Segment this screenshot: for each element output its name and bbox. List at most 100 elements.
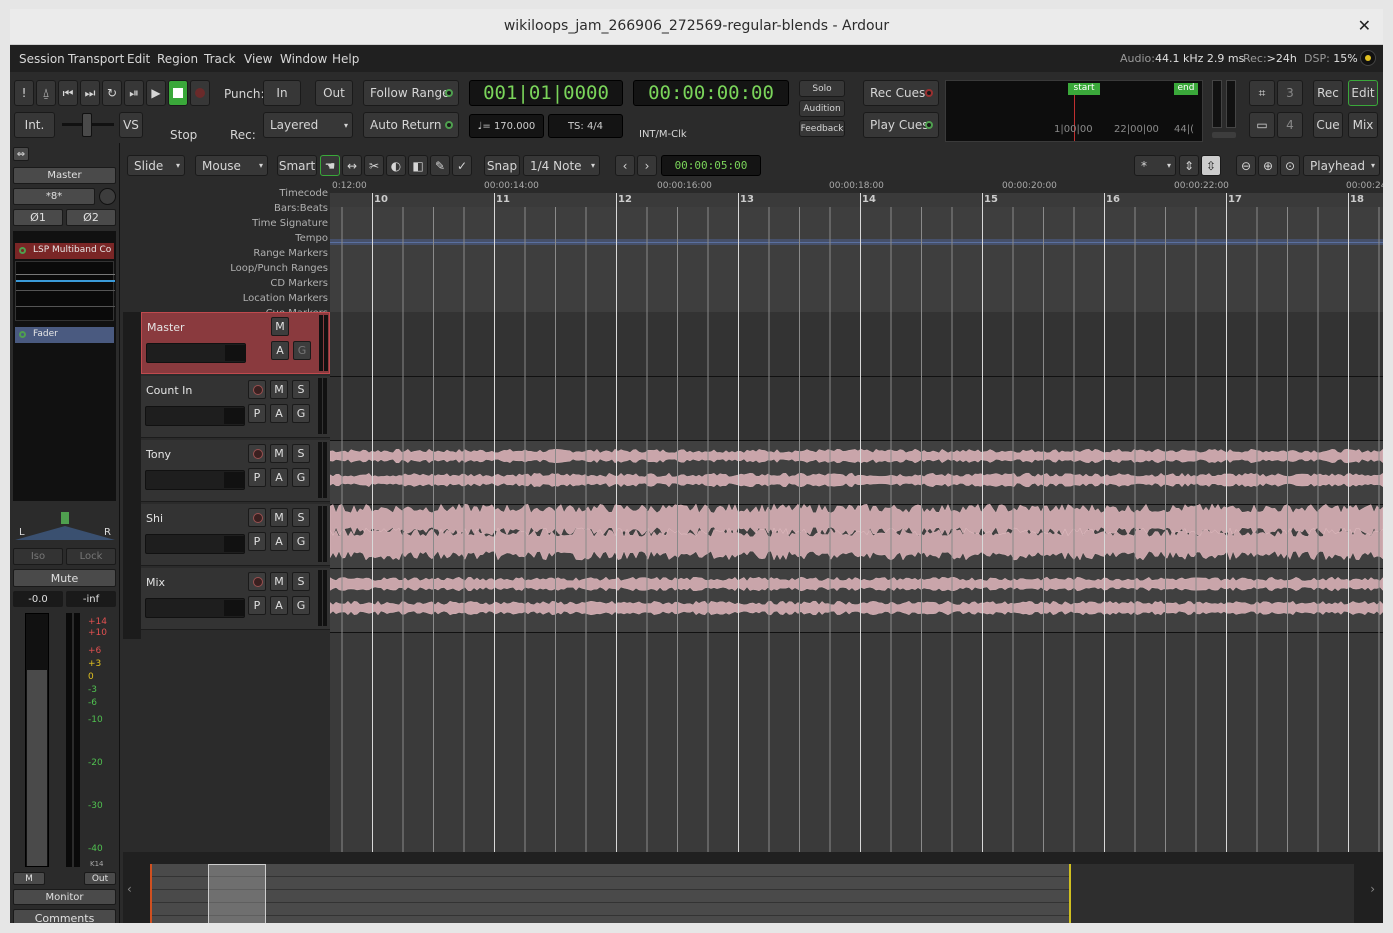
automation-button[interactable]: A: [270, 532, 288, 551]
track-gain-slider[interactable]: [145, 470, 245, 490]
monitor-button[interactable]: Monitor: [13, 889, 116, 905]
bbt-clock[interactable]: 001|01|0000: [469, 80, 623, 106]
rec-mode-dropdown[interactable]: Layered ▾: [263, 112, 353, 138]
mute-button[interactable]: M: [270, 444, 288, 463]
track-selection-gutter[interactable]: [123, 312, 141, 639]
auto-return-button[interactable]: Auto Return: [363, 112, 459, 138]
rec-arm-button[interactable]: [248, 444, 266, 463]
start-marker[interactable]: start: [1068, 83, 1100, 95]
meter-reset-button[interactable]: [1212, 132, 1236, 138]
edit-mode-dropdown[interactable]: Slide ▾: [127, 155, 185, 176]
audition-tool-icon[interactable]: ◐: [386, 155, 406, 176]
goto-start-icon[interactable]: ⏮: [58, 80, 78, 106]
track-header-tony[interactable]: Tony M S P A G: [141, 440, 330, 502]
automation-button[interactable]: A: [270, 404, 288, 423]
automation-button[interactable]: A: [270, 468, 288, 487]
group-button[interactable]: G: [292, 596, 310, 615]
shuttle-slider[interactable]: [62, 113, 114, 137]
timecode-clock[interactable]: 00:00:00:00: [633, 80, 789, 106]
grid-dropdown[interactable]: 1/4 Note ▾: [523, 155, 600, 176]
cut-tool-icon[interactable]: ✂: [364, 155, 384, 176]
editor-canvas[interactable]: 0:12:00 00:00:14:00 00:00:16:00 00:00:18:00…: [330, 180, 1383, 852]
track-name[interactable]: Tony: [146, 448, 171, 461]
mute-button[interactable]: M: [270, 508, 288, 527]
snap-button[interactable]: Snap: [484, 155, 520, 176]
edit-point-dropdown[interactable]: Mouse ▾: [195, 155, 268, 176]
edit-window-button[interactable]: Edit: [1348, 80, 1378, 106]
menu-window[interactable]: Window: [280, 52, 327, 66]
strip-width-icon[interactable]: ⇔: [13, 147, 29, 161]
rec-arm-button[interactable]: [248, 508, 266, 527]
menu-region[interactable]: Region: [157, 52, 198, 66]
tempo-display[interactable]: ♩= 170.000: [469, 114, 544, 138]
monitor-m-button[interactable]: M: [13, 872, 45, 885]
fader-processor[interactable]: Fader: [15, 327, 114, 343]
automation-button[interactable]: A: [270, 596, 288, 615]
play-cues-button[interactable]: Play Cues: [863, 112, 939, 138]
zoom-focus-dropdown[interactable]: * ▾: [1134, 155, 1176, 176]
menu-transport[interactable]: Transport: [68, 52, 124, 66]
play-icon[interactable]: ▶: [146, 80, 166, 106]
int-button[interactable]: Int.: [14, 112, 55, 138]
vs-button[interactable]: VS: [119, 112, 143, 138]
num4-button[interactable]: 4: [1277, 112, 1303, 138]
playlist-button[interactable]: P: [248, 596, 266, 615]
track-header-mix[interactable]: Mix M S P A G: [141, 568, 330, 630]
panner[interactable]: L R: [15, 508, 115, 542]
solo-button[interactable]: S: [292, 444, 310, 463]
cue-layout-icon[interactable]: ▭: [1249, 112, 1275, 138]
gain-display[interactable]: -0.0: [13, 591, 63, 607]
cue-window-button[interactable]: Cue: [1313, 112, 1343, 138]
shrink-tracks-icon[interactable]: ⇕: [1179, 155, 1199, 176]
group-button[interactable]: G: [292, 468, 310, 487]
content-tool-icon[interactable]: ✓: [452, 155, 472, 176]
summary-viewport[interactable]: [208, 864, 266, 923]
track-gain-slider[interactable]: [145, 598, 245, 618]
phase1-button[interactable]: Ø1: [13, 209, 63, 226]
feedback-button[interactable]: Feedback: [799, 120, 845, 137]
track-header-shi[interactable]: Shi M S P A G: [141, 504, 330, 566]
plugin-enable-led[interactable]: [19, 247, 26, 254]
group-button[interactable]: G: [293, 341, 311, 360]
rec-arm-button[interactable]: [248, 380, 266, 399]
playlist-button[interactable]: P: [248, 532, 266, 551]
fader-enable-led[interactable]: [19, 331, 26, 338]
play-range-icon[interactable]: ⏯: [124, 80, 144, 106]
summary-pane[interactable]: ‹ ›: [123, 852, 1383, 923]
punch-out-button[interactable]: Out: [315, 80, 353, 106]
loop-icon[interactable]: ↻: [102, 80, 122, 106]
track-name[interactable]: Shi: [146, 512, 163, 525]
num3-button[interactable]: 3: [1277, 80, 1303, 106]
scroll-right-icon[interactable]: ›: [1370, 882, 1375, 896]
iso-button[interactable]: Iso: [13, 548, 63, 565]
solo-button[interactable]: Solo: [799, 80, 845, 97]
mute-button[interactable]: M: [271, 317, 289, 336]
track-gain-slider[interactable]: [145, 406, 245, 426]
nudge-back-icon[interactable]: ‹: [615, 155, 635, 176]
output-button[interactable]: Out: [84, 872, 116, 885]
group-button[interactable]: G: [292, 532, 310, 551]
playlist-button[interactable]: P: [248, 404, 266, 423]
phase2-button[interactable]: Ø2: [66, 209, 116, 226]
meter-display[interactable]: TS: 4/4: [548, 114, 623, 138]
follow-range-button[interactable]: Follow Range: [363, 80, 459, 106]
track-header-master[interactable]: Master M A G: [141, 312, 330, 374]
zoom-in-icon[interactable]: ⊕: [1258, 155, 1278, 176]
gain-fader[interactable]: [25, 613, 49, 867]
menu-session[interactable]: Session: [19, 52, 65, 66]
draw-tool-icon[interactable]: ✎: [430, 155, 450, 176]
track-name[interactable]: Mix: [146, 576, 165, 589]
punch-in-button[interactable]: In: [263, 80, 301, 106]
smart-mode-button[interactable]: Smart: [277, 155, 317, 176]
comments-button[interactable]: Comments: [13, 909, 116, 923]
nudge-forward-icon[interactable]: ›: [637, 155, 657, 176]
lock-button[interactable]: Lock: [66, 548, 116, 565]
nudge-clock[interactable]: 00:00:05:00: [661, 155, 761, 176]
zoom-out-icon[interactable]: ⊖: [1236, 155, 1256, 176]
metronome-icon[interactable]: ⍙: [36, 80, 56, 106]
close-button[interactable]: ✕: [1358, 16, 1371, 35]
menu-help[interactable]: Help: [332, 52, 359, 66]
solo-button[interactable]: S: [292, 508, 310, 527]
mini-timeline[interactable]: start end 1|00|00 22|00|00 44|(: [945, 80, 1203, 142]
pan-position-marker[interactable]: [61, 512, 69, 524]
